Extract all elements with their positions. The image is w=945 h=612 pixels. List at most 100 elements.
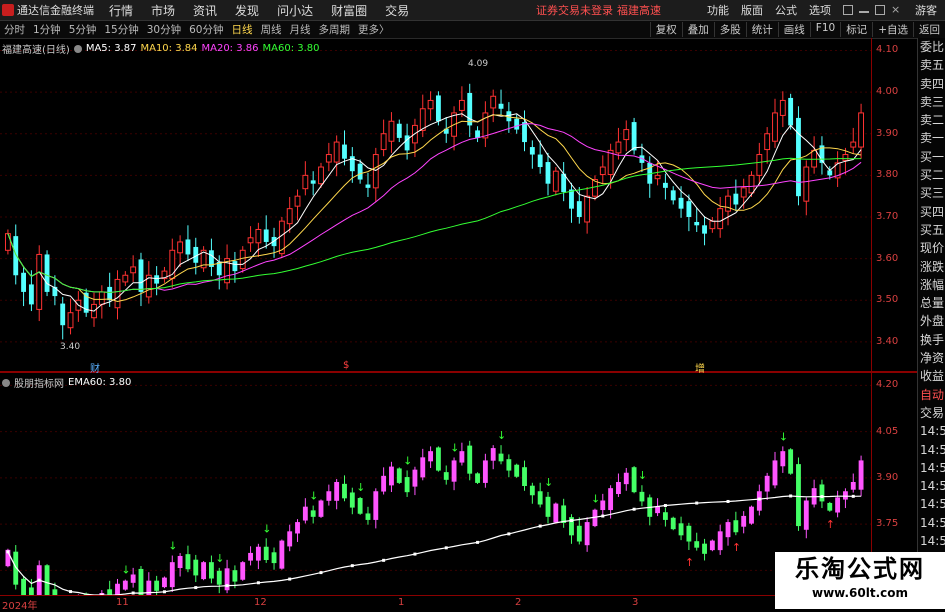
sidebar-item[interactable]: 收益 [918, 367, 945, 385]
candle-body[interactable] [357, 163, 363, 180]
candle-body[interactable] [177, 241, 184, 254]
candle-body[interactable] [44, 254, 50, 292]
right-menu-item[interactable]: 功能 [701, 2, 735, 18]
candle-body[interactable] [419, 108, 426, 131]
candle-body[interactable] [725, 195, 731, 212]
sidebar-item[interactable]: 外盘 [918, 312, 945, 330]
tab-period[interactable]: 15分钟 [100, 22, 142, 37]
candle-body[interactable] [772, 112, 778, 142]
tab-period[interactable]: 分时 [0, 22, 29, 37]
sidebar-item[interactable]: 14:56 [918, 422, 945, 440]
tab-period[interactable]: 30分钟 [143, 22, 185, 37]
maximize-icon[interactable] [875, 5, 885, 15]
candle-body[interactable] [185, 239, 191, 255]
candle-body[interactable] [842, 154, 849, 161]
candle-body[interactable] [255, 228, 262, 244]
candle-body[interactable] [858, 112, 865, 148]
candle-body[interactable] [388, 120, 395, 142]
sidebar-item[interactable]: 买三 [918, 184, 945, 202]
right-menu-item[interactable]: 选项 [803, 2, 837, 18]
tab-period[interactable]: 60分钟 [185, 22, 227, 37]
candle-body[interactable] [107, 286, 113, 301]
tool-button[interactable]: F10 [809, 22, 840, 37]
candle-body[interactable] [584, 195, 591, 223]
candle-body[interactable] [302, 174, 309, 190]
candle-body[interactable] [404, 135, 410, 151]
candle-body[interactable] [4, 233, 11, 251]
candle-body[interactable] [654, 174, 661, 180]
kline-chart[interactable] [0, 38, 915, 371]
settings-icon[interactable] [73, 44, 82, 53]
candle-body[interactable] [686, 201, 692, 217]
sidebar-item[interactable]: 卖二 [918, 111, 945, 129]
candle-body[interactable] [232, 261, 238, 272]
candle-body[interactable] [138, 259, 144, 292]
sidebar-item[interactable]: 涨幅 [918, 276, 945, 294]
menu-item[interactable]: 财富圈 [322, 2, 376, 19]
tool-button[interactable]: 标记 [840, 22, 872, 37]
sidebar-item[interactable]: 14:56 [918, 495, 945, 513]
sidebar-item[interactable]: 14:56 [918, 477, 945, 495]
candle-body[interactable] [631, 122, 637, 151]
tool-button[interactable]: 统计 [745, 22, 778, 37]
minimize-icon[interactable] [859, 5, 869, 13]
sidebar-item[interactable]: 委比 [918, 38, 945, 56]
tool-button[interactable]: 返回 [913, 22, 945, 37]
candle-body[interactable] [694, 221, 700, 226]
sidebar-item[interactable]: 净资 [918, 349, 945, 367]
candle-body[interactable] [263, 229, 269, 242]
candle-body[interactable] [342, 144, 347, 159]
candle-body[interactable] [318, 166, 324, 185]
candle-body[interactable] [796, 117, 801, 197]
candle-body[interactable] [435, 95, 441, 122]
candle-body[interactable] [756, 154, 763, 176]
sidebar-item[interactable]: 换手 [918, 331, 945, 349]
tab-period[interactable]: 周线 [257, 22, 286, 37]
sidebar-item[interactable]: 卖四 [918, 75, 945, 93]
candle-body[interactable] [239, 249, 246, 270]
candle-body[interactable] [130, 266, 137, 274]
candle-body[interactable] [702, 225, 707, 234]
candle-body[interactable] [154, 275, 160, 284]
sidebar-item[interactable]: 卖三 [918, 93, 945, 111]
candle-body[interactable] [670, 190, 676, 201]
menu-item[interactable]: 行情 [100, 2, 142, 19]
sidebar-item[interactable]: 14:56 [918, 441, 945, 459]
candle-body[interactable] [365, 184, 371, 188]
login-notice[interactable]: 证券交易未登录 [536, 2, 613, 18]
candle-body[interactable] [310, 180, 316, 184]
candle-body[interactable] [537, 154, 543, 168]
candle-body[interactable] [67, 312, 74, 329]
menu-item[interactable]: 交易 [376, 2, 418, 19]
candle-body[interactable] [514, 118, 520, 130]
candle-body[interactable] [294, 195, 301, 207]
tab-period[interactable]: 月线 [286, 22, 315, 37]
candle-body[interactable] [467, 92, 473, 126]
candle-body[interactable] [740, 187, 747, 198]
menu-item[interactable]: 市场 [142, 2, 184, 19]
sidebar-item[interactable]: 买五 [918, 221, 945, 239]
candle-body[interactable] [827, 170, 833, 176]
settings-icon[interactable] [2, 378, 10, 387]
tab-period[interactable]: 日线 [228, 22, 257, 37]
candle-body[interactable] [333, 141, 340, 163]
candle-body[interactable] [748, 174, 755, 194]
sidebar-item[interactable]: 买一 [918, 148, 945, 166]
candle-body[interactable] [662, 182, 668, 188]
tool-button[interactable]: +自选 [872, 22, 913, 37]
tab-period[interactable]: 更多〉 [354, 22, 394, 37]
sidebar-item[interactable]: 现价 [918, 239, 945, 257]
candle-body[interactable] [28, 284, 34, 305]
candle-body[interactable] [490, 95, 497, 109]
candle-body[interactable] [709, 220, 716, 230]
candle-body[interactable] [372, 154, 379, 189]
candle-body[interactable] [21, 272, 26, 292]
candle-body[interactable] [576, 201, 582, 217]
candle-body[interactable] [247, 237, 254, 244]
tab-period[interactable]: 1分钟 [29, 22, 65, 37]
sidebar-item[interactable]: 卖一 [918, 129, 945, 147]
sidebar-item[interactable]: 14:56 [918, 459, 945, 477]
candle-body[interactable] [788, 97, 794, 126]
candle-body[interactable] [475, 130, 480, 138]
candle-body[interactable] [427, 99, 434, 110]
